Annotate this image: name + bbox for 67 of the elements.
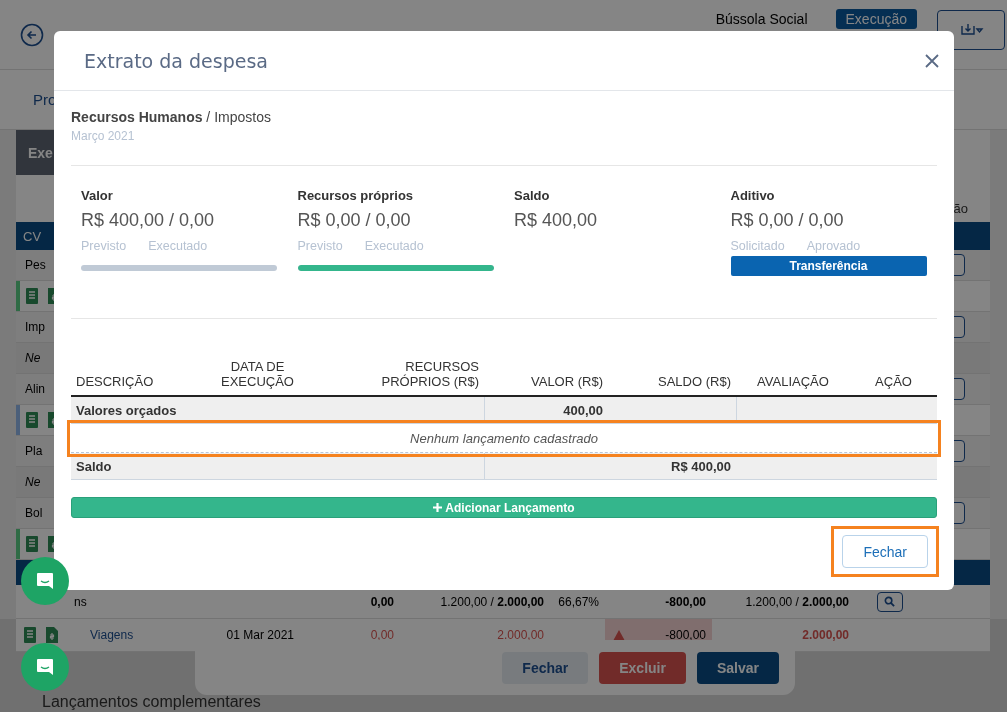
column-header: DESCRIÇÃO: [75, 374, 155, 391]
item-link[interactable]: Viagens: [90, 628, 134, 642]
category-title: Recursos Humanos / Impostos: [71, 109, 271, 125]
table-cell: Alin: [25, 382, 45, 396]
table-cell: 01 Mar 2021: [226, 628, 294, 642]
column-header: SALDO (R$): [657, 374, 732, 391]
receipt-icon[interactable]: [26, 536, 38, 552]
back-icon[interactable]: [20, 22, 44, 47]
empty-message: Nenhum lançamento cadastrado: [409, 429, 599, 448]
column-header: RECURSOS PRÓPRIOS (R$): [380, 359, 480, 391]
table-cell: R$ 400,00: [484, 453, 736, 479]
panel-title: Exe: [28, 144, 53, 161]
stat-caption: Aprovado: [806, 239, 861, 253]
stat-caption: Previsto: [297, 239, 343, 253]
modal-title: Extrato da despesa: [84, 49, 268, 72]
table-cell-text: 2.000,00: [496, 628, 545, 642]
stat-label: Saldo: [514, 188, 551, 203]
dialog-button[interactable]: Fechar: [502, 651, 589, 684]
table-cell-text: ns: [73, 594, 87, 609]
table-cell-text: 1.200,00 / 2.000,00: [744, 594, 850, 609]
table-cell: Bol: [25, 506, 43, 520]
status-badge: Execução: [835, 8, 917, 29]
add-entry-button[interactable]: Adicionar Lançamento: [71, 497, 937, 518]
table-cell: Ne: [25, 351, 41, 365]
money-document-icon[interactable]: [46, 627, 58, 643]
table-cell-text: 2.000,00: [801, 628, 850, 642]
column-header: VALOR (R$): [530, 374, 604, 391]
close-button[interactable]: Fechar: [842, 535, 928, 568]
stat-label: Valor: [81, 188, 114, 203]
download-icon: [958, 22, 984, 37]
chat-icon: [35, 657, 55, 677]
table-cell-text: -800,00: [664, 594, 707, 609]
table-cell-text: Valores orçados: [75, 401, 178, 420]
receipt-icon[interactable]: [26, 288, 38, 304]
table-cell: 400,00: [484, 397, 608, 423]
table-cell-text: Saldo: [75, 457, 113, 476]
dialog-button[interactable]: Salvar: [696, 651, 779, 684]
transfer-button[interactable]: Transferência: [730, 256, 927, 276]
organization-name: Bússola Social: [715, 10, 808, 27]
period-label: Março 2021: [71, 129, 136, 143]
dialog-button[interactable]: Excluir: [599, 651, 686, 684]
stat-caption: Previsto: [81, 239, 127, 253]
stat-caption: Executado: [148, 239, 208, 253]
table-cell: Pes: [25, 258, 46, 272]
table-cell: Ne: [25, 475, 41, 489]
column-header: AÇÃO: [874, 374, 913, 391]
column-header: ão: [953, 201, 968, 216]
table-cell-text: 1.200,00 / 2.000,00: [439, 594, 545, 609]
table-cell: Imp: [25, 320, 45, 334]
close-icon[interactable]: [925, 53, 939, 68]
table-cell: Pla: [25, 444, 43, 458]
stat-label: Aditivo: [730, 188, 776, 203]
table-cell-text: 66,67%: [557, 594, 600, 609]
column-header: DATA DE EXECUÇÃO: [220, 359, 295, 391]
table-cell-text: 0,00: [369, 628, 395, 642]
search-icon: [884, 596, 895, 607]
search-button[interactable]: [876, 591, 903, 612]
stat-caption: Solicitado: [730, 239, 785, 253]
column-header: AVALIAÇÃO: [756, 374, 830, 391]
receipt-icon[interactable]: [24, 627, 36, 643]
stat-label: Recursos próprios: [297, 188, 415, 203]
section-title: Lançamentos complementares: [42, 693, 262, 712]
table-cell-text: 0,00: [369, 594, 395, 609]
receipt-icon[interactable]: [26, 412, 38, 428]
chat-icon: [35, 571, 55, 591]
stat-caption: Executado: [364, 239, 424, 253]
plus-icon: [433, 503, 443, 512]
